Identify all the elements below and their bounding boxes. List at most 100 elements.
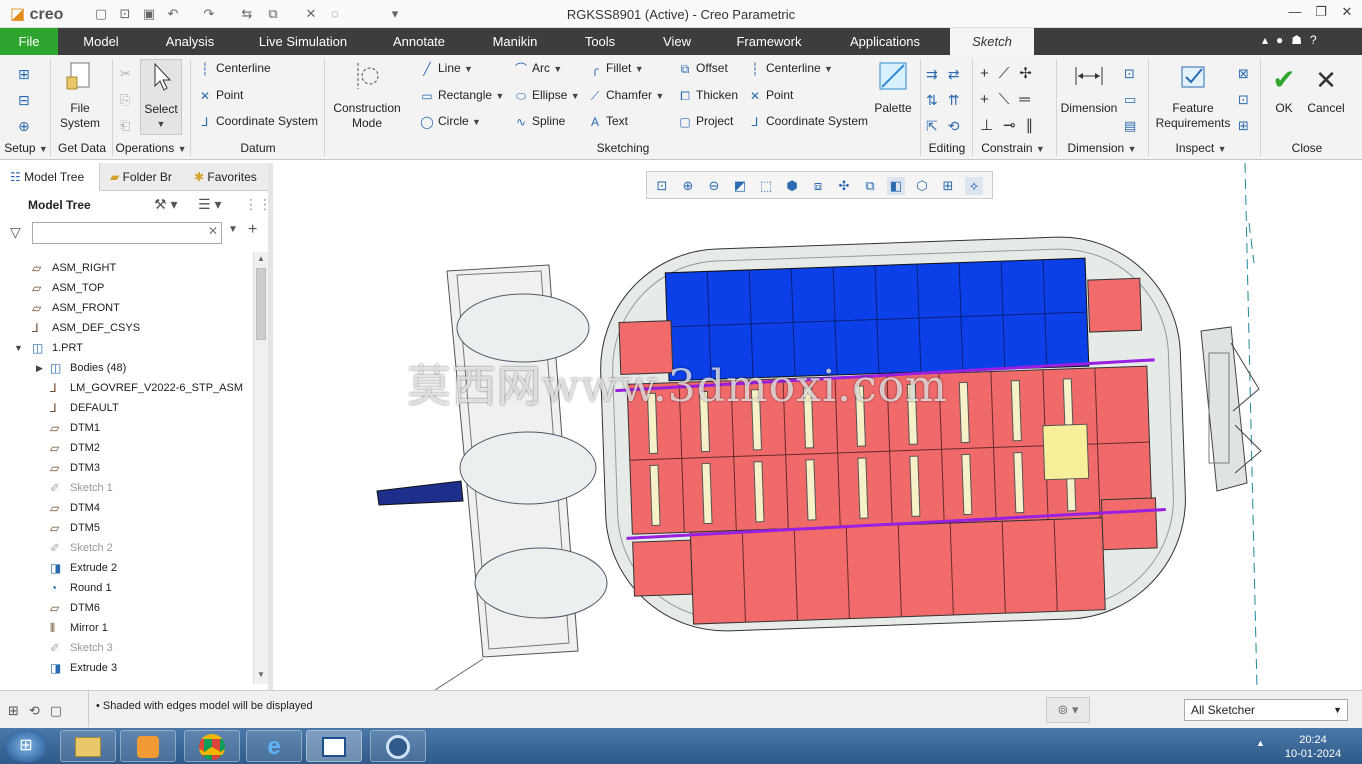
restore-icon[interactable]: ❐ [1310, 4, 1332, 22]
tree-item[interactable]: ✐ Sketch 1 [0, 478, 255, 498]
sketch-csys-button[interactable]: ⅃ Coordinate System [748, 114, 868, 128]
clear-search-icon[interactable]: ✕ [208, 224, 218, 238]
thicken-button[interactable]: ⧠ Thicken [678, 88, 738, 102]
add-icon[interactable]: + [248, 221, 257, 239]
help-icons[interactable]: ▴●☗? [1262, 33, 1358, 47]
tree-item[interactable]: ◨ Extrude 2 [0, 558, 255, 578]
group-operations[interactable]: Operations ▼ [114, 141, 188, 155]
view-manager-icon[interactable]: ⧈ [809, 177, 827, 195]
datum-display-icon[interactable]: ✣ [835, 177, 853, 195]
sketch-point-button[interactable]: ✕ Point [748, 88, 793, 102]
tab-model-tree[interactable]: ☷ Model Tree [0, 163, 100, 191]
tree-item[interactable]: ▱ ASM_RIGHT [0, 258, 255, 278]
chamfer-button[interactable]: ⟋ Chamfer ▼ [588, 88, 664, 102]
zoom-out-icon[interactable]: ⊖ [705, 177, 723, 195]
ellipse-button[interactable]: ⬭ Ellipse ▼ [514, 88, 580, 102]
find-icon[interactable]: ⊚ ▾ [1046, 697, 1090, 723]
clock[interactable]: 20:24 10-01-2024 [1282, 733, 1344, 761]
tab-manikin[interactable]: Manikin [484, 28, 546, 55]
file-system-button[interactable]: File System [56, 59, 104, 131]
graphics-window[interactable]: 莫西网www.3dmoxi.com [273, 163, 1362, 690]
tab-framework[interactable]: Framework [728, 28, 810, 55]
clipboard-icons[interactable]: ✂ ⎘ ⎗ [120, 61, 136, 139]
status-icons[interactable]: ⊞⟲▢ [8, 703, 72, 719]
taskbar-media-player[interactable] [120, 730, 176, 762]
spline-button[interactable]: ∿ Spline [514, 114, 565, 128]
sketch-view-icon[interactable]: ◧ [887, 177, 905, 195]
tree-item[interactable]: ✐ Sketch 2 [0, 538, 255, 558]
group-constrain[interactable]: Constrain ▼ [976, 141, 1050, 155]
file-menu[interactable]: File [0, 28, 58, 55]
taskbar-creo[interactable] [370, 730, 426, 762]
tree-item[interactable]: ▱ ASM_FRONT [0, 298, 255, 318]
selection-filter-dropdown[interactable]: All Sketcher ▼ [1184, 699, 1348, 721]
taskbar-chrome[interactable] [184, 730, 240, 762]
palette-button[interactable]: Palette [870, 59, 916, 116]
tree-item[interactable]: ▱ ASM_TOP [0, 278, 255, 298]
tree-item[interactable]: ◔ Round 1 [0, 578, 255, 598]
tree-item[interactable]: ⫴ Mirror 1 [0, 618, 255, 638]
ok-button[interactable]: ✔ OK [1266, 63, 1302, 116]
circle-button[interactable]: ◯ Circle ▼ [420, 114, 481, 128]
setup-icons[interactable]: ⊞ ⊟ ⊕ [18, 61, 34, 139]
sketch-centerline-button[interactable]: ┆ Centerline ▼ [748, 61, 833, 75]
tab-applications[interactable]: Applications [842, 28, 928, 55]
annotation-display-icon[interactable]: ⧉ [861, 177, 879, 195]
sketcher-display-icon[interactable]: ⊞ [939, 177, 957, 195]
expand-toggle-icon[interactable]: ▶ [36, 358, 43, 378]
tab-view[interactable]: View [656, 28, 698, 55]
tree-item[interactable]: ▼ ◫ 1.PRT [0, 338, 255, 358]
tray-arrow-icon[interactable]: ▲ [1256, 738, 1265, 748]
tree-settings-icon[interactable]: ⚒ ▾ [154, 196, 177, 213]
construction-mode-button[interactable]: Construction Mode [330, 59, 404, 131]
tab-model[interactable]: Model [70, 28, 132, 55]
tree-item[interactable]: ▱ DTM1 [0, 418, 255, 438]
datum-point-button[interactable]: ✕ Point [198, 88, 243, 102]
spin-center-icon[interactable]: ⬡ [913, 177, 931, 195]
tree-item[interactable]: ▶ ◫ Bodies (48) [0, 358, 255, 378]
constrain-icons[interactable]: +⟋✢ +⟍═ ⊥⊸∥ [980, 61, 1052, 139]
tab-live-simulation[interactable]: Live Simulation [252, 28, 354, 55]
tab-annotate[interactable]: Annotate [386, 28, 452, 55]
tab-favorites[interactable]: ✱ Favorites [190, 163, 270, 191]
search-input[interactable] [32, 222, 222, 244]
tree-item[interactable]: ▱ DTM3 [0, 458, 255, 478]
taskbar-ie[interactable]: e [246, 730, 302, 762]
start-button[interactable]: ⊞ [6, 730, 46, 762]
project-button[interactable]: ▢ Project [678, 114, 733, 128]
tree-item[interactable]: ⅃ ASM_DEF_CSYS [0, 318, 255, 338]
dimension-extra-icons[interactable]: ⊡ ▭ ▤ [1124, 61, 1142, 139]
search-dropdown-icon[interactable]: ▼ [228, 224, 238, 235]
tree-item[interactable]: ▱ DTM5 [0, 518, 255, 538]
tree-item[interactable]: ◨ Extrude 3 [0, 658, 255, 678]
datum-centerline-button[interactable]: ┆ Centerline [198, 61, 270, 75]
arc-button[interactable]: ⌒ Arc ▼ [514, 61, 562, 75]
tab-sketch[interactable]: Sketch [950, 28, 1034, 55]
tab-tools[interactable]: Tools [576, 28, 624, 55]
tree-columns-icon[interactable]: ☰ ▾ [198, 196, 221, 213]
feature-requirements-button[interactable]: Feature Requirements [1152, 59, 1234, 131]
tree-item[interactable]: ✐ Sketch 3 [0, 638, 255, 658]
taskbar-explorer[interactable] [60, 730, 116, 762]
close-icon[interactable]: ✕ [1336, 4, 1358, 22]
tree-item[interactable]: ⅃ LM_GOVREF_V2022-6_STP_ASM [0, 378, 255, 398]
group-dimension[interactable]: Dimension ▼ [1060, 141, 1144, 155]
display-style-icon[interactable]: ⬚ [757, 177, 775, 195]
select-button[interactable]: Select ▼ [140, 59, 182, 135]
dimension-button[interactable]: Dimension [1058, 59, 1120, 116]
fillet-button[interactable]: ╭ Fillet ▼ [588, 61, 643, 75]
tree-item[interactable]: ▱ DTM4 [0, 498, 255, 518]
repaint-icon[interactable]: ◩ [731, 177, 749, 195]
line-button[interactable]: ╱ Line ▼ [420, 61, 473, 75]
saved-orientations-icon[interactable]: ⬢ [783, 177, 801, 195]
tree-item[interactable]: ▱ DTM6 [0, 598, 255, 618]
tab-analysis[interactable]: Analysis [156, 28, 224, 55]
group-inspect[interactable]: Inspect ▼ [1156, 141, 1246, 155]
tree-item[interactable]: ⅃ DEFAULT [0, 398, 255, 418]
group-setup[interactable]: Setup ▼ [4, 141, 48, 155]
tree-scrollbar[interactable]: ▲ ▼ [253, 252, 268, 684]
constraint-display-icon[interactable]: ⟡ [965, 177, 983, 195]
tree-item[interactable]: ▱ DTM2 [0, 438, 255, 458]
offset-button[interactable]: ⧉ Offset [678, 61, 728, 75]
editing-icons[interactable]: ⇉⇄ ⇅⇈ ⇱⟲ [926, 61, 970, 139]
